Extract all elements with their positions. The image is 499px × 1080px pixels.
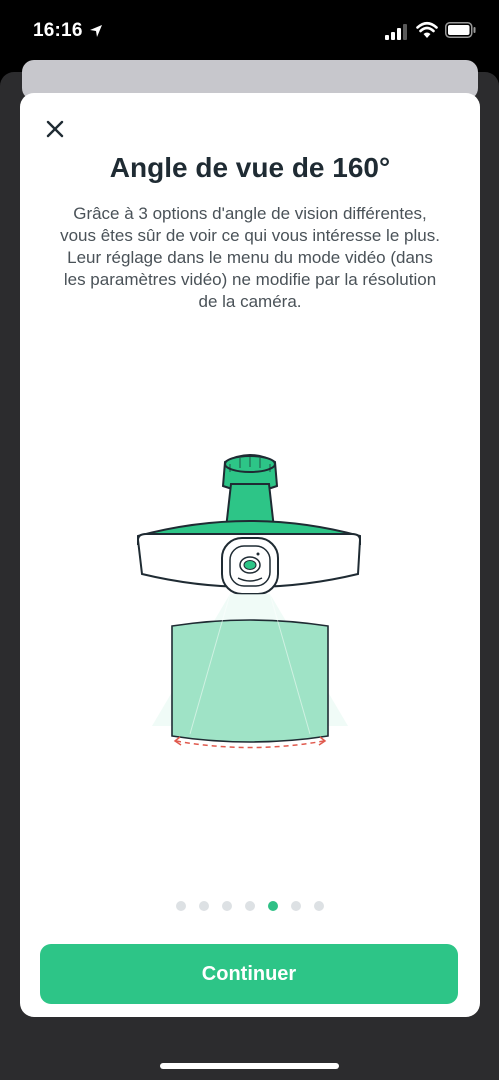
modal-title: Angle de vue de 160° xyxy=(109,152,391,183)
description-line: les paramètres vidéo) ne modifie par la … xyxy=(63,270,437,289)
floodlight-camera-illustration xyxy=(136,454,362,749)
battery-icon xyxy=(445,22,476,38)
status-bar: 16:16 xyxy=(0,0,499,62)
wifi-icon xyxy=(416,21,438,38)
pagination-dot xyxy=(245,901,255,911)
pagination-dot-active xyxy=(268,901,278,911)
description-line: Grâce à 3 options d'angle de vision diff… xyxy=(73,204,427,223)
modal-description: Grâce à 3 options d'angle de vision diff… xyxy=(42,203,458,313)
pagination-dot xyxy=(314,901,324,911)
continue-button[interactable]: Continuer xyxy=(40,944,458,1004)
pagination-dot xyxy=(222,901,232,911)
pagination-dots xyxy=(20,901,480,913)
close-button[interactable] xyxy=(40,114,70,144)
location-arrow-icon xyxy=(90,25,102,37)
status-time: 16:16 xyxy=(33,20,83,41)
home-indicator xyxy=(160,1063,339,1069)
description-line: Leur réglage dans le menu du mode vidéo … xyxy=(67,248,433,267)
pagination-dot xyxy=(199,901,209,911)
description-line: vous êtes sûr de voir ce qui vous intére… xyxy=(60,226,440,245)
pagination-dot xyxy=(176,901,186,911)
cellular-signal-icon xyxy=(385,24,407,40)
onboarding-modal: Angle de vue de 160° Grâce à 3 options d… xyxy=(20,93,480,1017)
close-icon xyxy=(46,120,64,138)
pagination-dot xyxy=(291,901,301,911)
description-line: de la caméra. xyxy=(198,292,302,311)
